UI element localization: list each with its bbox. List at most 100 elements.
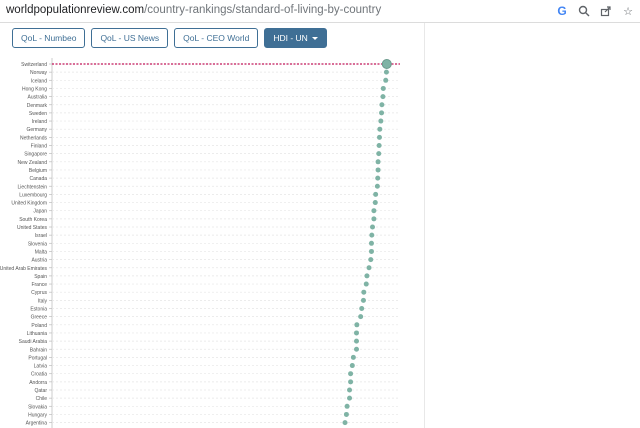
y-tick-label: Lithuania: [27, 331, 48, 337]
y-tick-label: Latvia: [34, 364, 48, 370]
page-content: QoL - Numbeo QoL - US News QoL - CEO Wor…: [0, 23, 640, 428]
y-tick-label: Norway: [30, 70, 47, 76]
data-point: [347, 395, 353, 401]
y-tick-label: Iceland: [31, 78, 47, 84]
data-point: [348, 379, 354, 385]
data-point: [375, 175, 381, 181]
data-point: [363, 281, 369, 287]
url-text[interactable]: worldpopulationreview.com/country-rankin…: [6, 4, 381, 16]
data-point: [368, 240, 374, 246]
data-point: [379, 110, 385, 116]
y-tick-label: Netherlands: [20, 135, 47, 141]
y-tick-label: Croatia: [31, 372, 47, 378]
url-domain: worldpopulationreview.com: [6, 4, 145, 16]
zoom-icon[interactable]: [576, 3, 592, 19]
browser-address-bar[interactable]: worldpopulationreview.com/country-rankin…: [0, 0, 640, 23]
data-point: [374, 183, 380, 189]
y-tick-label: Japan: [33, 209, 47, 215]
y-tick-label: United Kingdom: [11, 201, 47, 207]
data-point: [366, 265, 372, 271]
y-tick-label: Hungary: [28, 412, 47, 418]
data-point: [375, 167, 381, 173]
y-tick-label: Argentina: [26, 421, 48, 427]
y-tick-label: Denmark: [27, 103, 48, 109]
y-tick-label: Italy: [38, 298, 48, 304]
share-icon[interactable]: [598, 3, 614, 19]
y-tick-label: Slovenia: [28, 241, 47, 247]
data-point: [373, 191, 379, 197]
data-point: [376, 151, 382, 157]
y-tick-label: Hong Kong: [22, 86, 47, 92]
y-tick-label: Liechtenstein: [18, 184, 48, 190]
data-point: [347, 387, 353, 393]
data-point: [372, 200, 378, 206]
data-point: [350, 354, 356, 360]
y-tick-label: United States: [17, 225, 48, 231]
y-tick-label: Cyprus: [31, 290, 47, 296]
data-point: [371, 216, 377, 222]
data-point: [378, 118, 384, 124]
y-tick-label: Chile: [36, 396, 48, 402]
y-tick-label: Australia: [28, 95, 48, 101]
data-point: [381, 59, 392, 69]
data-point: [369, 232, 375, 238]
sidebar-divider: [424, 23, 425, 428]
data-point: [379, 102, 385, 108]
data-point: [380, 94, 386, 100]
y-tick-label: Israel: [35, 233, 47, 239]
y-tick-label: Saudi Arabia: [19, 339, 48, 345]
url-path: /country-rankings/standard-of-living-by-…: [144, 4, 382, 16]
google-icon[interactable]: G: [554, 3, 570, 19]
data-point: [383, 77, 389, 83]
y-tick-label: Andorra: [29, 380, 47, 386]
data-point: [376, 143, 382, 148]
data-point: [361, 289, 367, 295]
hdi-dot-chart: Switzerland Norway Iceland Hong Kong Austral…: [0, 58, 400, 428]
data-point: [383, 69, 389, 75]
y-tick-label: Spain: [34, 274, 47, 280]
y-tick-label: South Korea: [19, 217, 47, 223]
data-point: [380, 85, 386, 91]
data-point: [368, 248, 374, 254]
y-tick-label: Luxembourg: [19, 192, 47, 198]
y-tick-label: Estonia: [30, 307, 47, 313]
data-point: [368, 257, 374, 263]
data-point: [358, 314, 364, 320]
y-tick-label: France: [31, 282, 47, 288]
y-tick-label: Qatar: [34, 388, 47, 394]
y-tick-label: Greece: [31, 315, 48, 321]
data-point: [370, 224, 376, 230]
y-tick-label: Switzerland: [21, 62, 47, 68]
data-point: [371, 208, 377, 214]
data-point: [354, 330, 359, 336]
y-tick-label: New Zealand: [18, 160, 48, 166]
data-point: [354, 322, 360, 328]
bookmark-star-icon[interactable]: ☆: [620, 3, 636, 19]
y-tick-label: Ireland: [32, 119, 48, 125]
y-tick-label: Germany: [26, 127, 47, 133]
data-point: [354, 338, 359, 344]
y-tick-label: Austria: [31, 258, 47, 264]
data-point: [364, 273, 370, 279]
data-point: [376, 134, 382, 140]
y-tick-label: Portugal: [28, 355, 47, 361]
data-point: [348, 371, 354, 377]
y-tick-label: Sweden: [29, 111, 47, 117]
data-point: [354, 346, 359, 352]
y-tick-label: Finland: [31, 144, 48, 150]
y-tick-label: Bahrain: [30, 347, 47, 353]
y-tick-label: Malta: [35, 249, 47, 255]
data-point: [360, 297, 366, 303]
y-tick-label: Poland: [31, 323, 47, 329]
data-point: [344, 403, 350, 409]
data-point: [375, 159, 381, 165]
y-tick-label: Singapore: [24, 152, 47, 158]
data-point: [377, 126, 383, 132]
data-point: [349, 363, 355, 369]
data-point: [343, 411, 349, 417]
data-point: [359, 306, 365, 311]
y-tick-label: United Arab Emirates: [0, 266, 47, 272]
y-tick-label: Canada: [29, 176, 47, 182]
y-tick-label: Belgium: [29, 168, 47, 174]
data-point: [342, 420, 348, 426]
